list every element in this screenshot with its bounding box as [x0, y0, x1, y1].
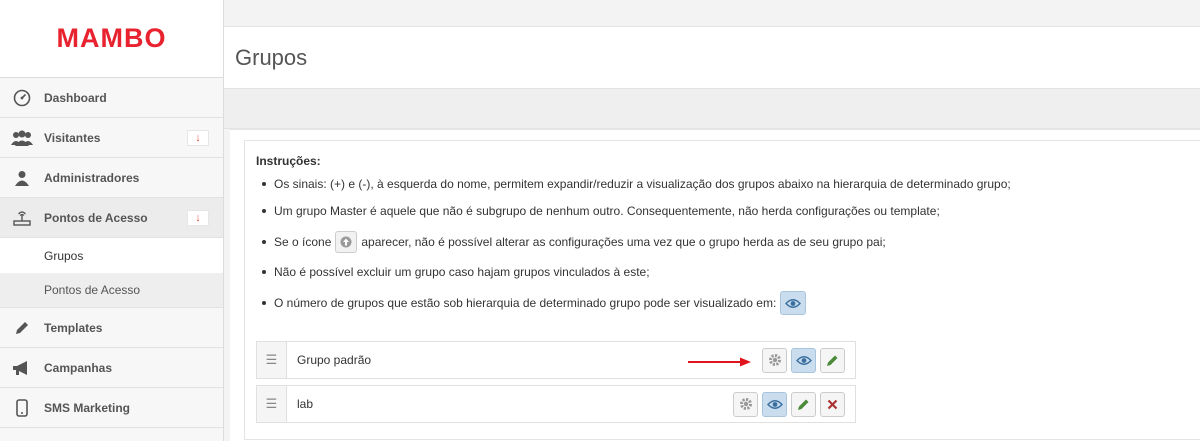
settings-button[interactable]: [762, 347, 787, 373]
sidebar-subitem-grupos[interactable]: Grupos: [0, 238, 223, 273]
users-icon: [0, 130, 44, 146]
dashboard-icon: [0, 89, 44, 107]
settings-button[interactable]: [733, 391, 758, 417]
sidebar-subitem-pontos-de-acesso[interactable]: Pontos de Acesso: [0, 273, 223, 308]
instruction-item: O número de grupos que estão sob hierarq…: [256, 291, 1011, 315]
view-subgroups-button[interactable]: [791, 347, 816, 373]
logo-area: MAMBO: [0, 0, 223, 78]
group-actions: [762, 347, 845, 373]
sidebar: MAMBO Dashboard Visitantes ↓ Administrad…: [0, 0, 224, 441]
edit-button[interactable]: [791, 391, 816, 417]
sidebar-item-label: SMS Marketing: [44, 400, 131, 415]
phone-icon: [0, 398, 44, 417]
annotation-arrow-icon: [688, 357, 751, 367]
sidebar-item-label: Campanhas: [44, 360, 113, 375]
drag-handle-icon[interactable]: ☰: [257, 342, 287, 378]
user-icon: [0, 170, 44, 186]
megaphone-icon: [0, 360, 44, 376]
inherit-icon: [335, 231, 358, 253]
instruction-item: Um grupo Master é aquele que não é subgr…: [256, 203, 1011, 219]
sidebar-item-label: Pontos de Acesso: [44, 210, 148, 225]
group-name: lab: [297, 397, 314, 411]
pencil-icon: [0, 320, 44, 336]
pencil-icon: [827, 355, 838, 366]
group-row: ☰ lab: [256, 385, 856, 423]
gear-icon: [739, 398, 752, 410]
edit-button[interactable]: [820, 347, 845, 373]
page-title: Grupos: [235, 45, 308, 70]
eye-icon: [795, 355, 812, 365]
content-panel: Instruções: Os sinais: (+) e (-), à esqu…: [230, 129, 1200, 441]
group-row: ☰ Grupo padrão: [256, 341, 856, 379]
sidebar-item-pontos-de-acesso[interactable]: Pontos de Acesso ↓: [0, 198, 223, 238]
top-bar: [224, 0, 1200, 27]
sidebar-item-label: Administradores: [44, 170, 140, 185]
sidebar-item-label: Dashboard: [44, 90, 107, 105]
instructions-list: Os sinais: (+) e (-), à esquerda do nome…: [256, 176, 1011, 325]
toolbar-strip: [224, 89, 1200, 129]
sidebar-item-visitantes[interactable]: Visitantes ↓: [0, 118, 223, 158]
delete-button[interactable]: [820, 391, 845, 417]
brand-logo[interactable]: MAMBO: [57, 23, 167, 54]
router-icon: [0, 210, 44, 226]
group-actions: [733, 391, 845, 417]
instructions-box: Instruções: Os sinais: (+) e (-), à esqu…: [244, 140, 1200, 440]
instruction-item: Os sinais: (+) e (-), à esquerda do nome…: [256, 176, 1011, 192]
pencil-icon: [798, 399, 809, 410]
sidebar-item-templates[interactable]: Templates: [0, 308, 223, 348]
sidebar-item-campanhas[interactable]: Campanhas: [0, 348, 223, 388]
eye-icon: [780, 291, 807, 315]
view-subgroups-button[interactable]: [762, 391, 787, 417]
instruction-item: Se o ícone aparecer, não é possível alte…: [256, 230, 1011, 254]
sidebar-item-label: Templates: [44, 320, 103, 335]
page-header: Grupos: [224, 27, 1200, 89]
sidebar-item-administradores[interactable]: Administradores: [0, 158, 223, 198]
eye-icon: [766, 399, 783, 409]
sidebar-item-dashboard[interactable]: Dashboard: [0, 78, 223, 118]
close-icon: [827, 399, 838, 409]
instruction-item: Não é possível excluir um grupo caso haj…: [256, 264, 1011, 280]
gear-icon: [768, 354, 781, 366]
drag-handle-icon[interactable]: ☰: [257, 386, 287, 422]
sidebar-item-sms-marketing[interactable]: SMS Marketing: [0, 388, 223, 428]
expand-arrow-icon[interactable]: ↓: [187, 210, 209, 226]
instructions-title: Instruções:: [256, 154, 321, 168]
expand-arrow-icon[interactable]: ↓: [187, 130, 209, 146]
sidebar-item-label: Visitantes: [44, 130, 101, 145]
